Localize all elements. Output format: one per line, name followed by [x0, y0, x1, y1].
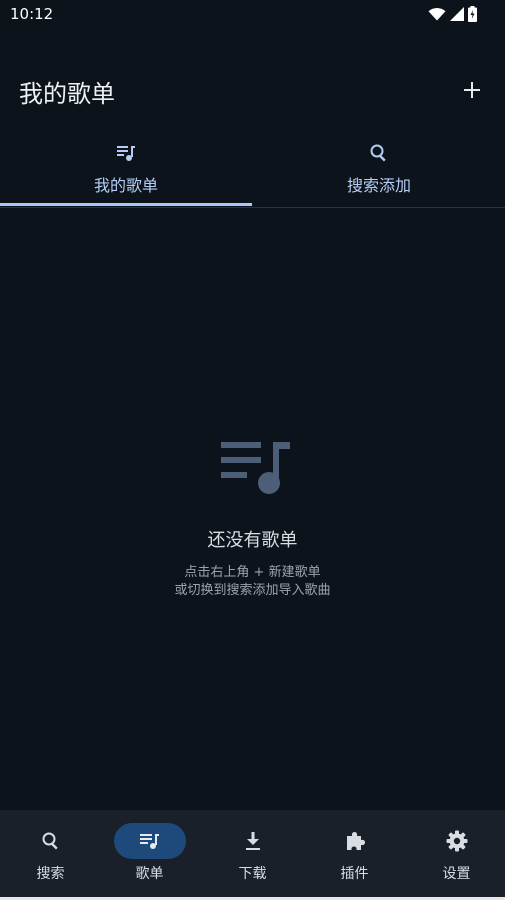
nav-item-downloads[interactable]: 下载 [202, 810, 303, 900]
tab-label: 我的歌单 [93, 176, 158, 195]
battery-icon [468, 6, 477, 22]
empty-hint-line: 点击右上角 + 新建歌单 [184, 565, 321, 580]
empty-state: 还没有歌单 点击右上角 + 新建歌单 或切换到搜索添加导入歌曲 [0, 430, 505, 600]
bottom-nav: 搜索 歌单 下载 插件 设置 [0, 810, 505, 900]
puzzle-icon [346, 832, 365, 850]
plus-icon [464, 82, 480, 98]
nav-item-plugins[interactable]: 插件 [304, 810, 405, 900]
download-icon [245, 832, 260, 850]
add-playlist-button[interactable] [459, 77, 485, 103]
tab-search-add[interactable]: 搜索添加 [253, 130, 505, 206]
playlist-music-icon [220, 442, 290, 494]
nav-item-settings[interactable]: 设置 [406, 810, 505, 900]
nav-label: 搜索 [36, 866, 65, 882]
tab-my-playlists[interactable]: 我的歌单 [0, 130, 252, 206]
status-bar: 10:12 [0, 0, 505, 30]
empty-hint-line: 或切换到搜索添加导入歌曲 [174, 583, 331, 598]
playlist-music-icon [139, 834, 159, 849]
empty-hint: 点击右上角 + 新建歌单 或切换到搜索添加导入歌曲 [0, 564, 505, 600]
search-icon [42, 832, 58, 850]
empty-title: 还没有歌单 [207, 530, 298, 551]
status-time: 10:12 [10, 5, 54, 23]
status-icons [428, 6, 477, 22]
wifi-icon [428, 8, 446, 21]
tab-bar: 我的歌单 搜索添加 [0, 130, 505, 208]
nav-item-search[interactable]: 搜索 [0, 810, 101, 900]
nav-label: 下载 [238, 866, 267, 882]
nav-label: 歌单 [135, 866, 164, 882]
tab-indicator [0, 203, 252, 206]
gear-icon [446, 830, 467, 852]
page-title: 我的歌单 [19, 80, 115, 108]
signal-icon [450, 7, 464, 21]
nav-item-playlists[interactable]: 歌单 [99, 810, 200, 900]
playlist-music-icon [117, 146, 135, 161]
nav-label: 设置 [442, 866, 471, 882]
search-icon [370, 144, 386, 162]
nav-label: 插件 [340, 866, 369, 882]
tab-label: 搜索添加 [346, 176, 411, 195]
nav-active-pill [113, 823, 186, 859]
